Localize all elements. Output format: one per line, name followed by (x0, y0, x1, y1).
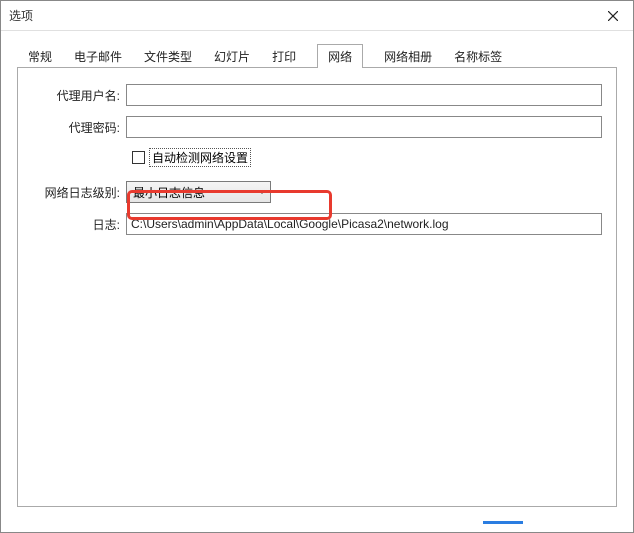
row-proxy-pass: 代理密码: (32, 116, 602, 138)
tab-slideshow[interactable]: 幻灯片 (203, 44, 261, 68)
titlebar: 选项 (1, 1, 633, 31)
autodetect-checkbox[interactable] (132, 151, 145, 164)
close-icon (608, 11, 618, 21)
dialog-content: 常规 电子邮件 文件类型 幻灯片 打印 网络 网络相册 名称标签 代理用户名: … (1, 31, 633, 532)
tab-general[interactable]: 常规 (17, 44, 63, 68)
tab-nametags[interactable]: 名称标签 (443, 44, 513, 68)
tab-webalbum[interactable]: 网络相册 (373, 44, 443, 68)
loglevel-label: 网络日志级别: (32, 184, 126, 201)
tab-strip: 常规 电子邮件 文件类型 幻灯片 打印 网络 网络相册 名称标签 (17, 45, 617, 67)
proxy-user-label: 代理用户名: (32, 87, 126, 104)
tab-panel-network: 代理用户名: 代理密码: 自动检测网络设置 网络日志级别: 最小日志信息 日志:… (17, 67, 617, 507)
row-logpath: 日志: C:\Users\admin\AppData\Local\Google\… (32, 213, 602, 235)
window-title: 选项 (9, 7, 33, 24)
autodetect-label[interactable]: 自动检测网络设置 (149, 148, 251, 167)
loglevel-value: 最小日志信息 (133, 184, 205, 201)
loglevel-select[interactable]: 最小日志信息 (126, 181, 271, 203)
proxy-pass-label: 代理密码: (32, 119, 126, 136)
log-label: 日志: (32, 216, 126, 233)
proxy-user-input[interactable] (126, 84, 602, 106)
proxy-pass-input[interactable] (126, 116, 602, 138)
row-proxy-user: 代理用户名: (32, 84, 602, 106)
row-loglevel: 网络日志级别: 最小日志信息 (32, 181, 602, 203)
tab-email[interactable]: 电子邮件 (63, 44, 133, 68)
row-autodetect: 自动检测网络设置 (132, 148, 602, 167)
chevron-down-icon (258, 190, 266, 194)
tab-network[interactable]: 网络 (317, 44, 363, 68)
tab-print[interactable]: 打印 (261, 44, 307, 68)
close-button[interactable] (593, 1, 633, 31)
tab-filetype[interactable]: 文件类型 (133, 44, 203, 68)
progress-indicator (483, 521, 523, 524)
log-path-field[interactable]: C:\Users\admin\AppData\Local\Google\Pica… (126, 213, 602, 235)
